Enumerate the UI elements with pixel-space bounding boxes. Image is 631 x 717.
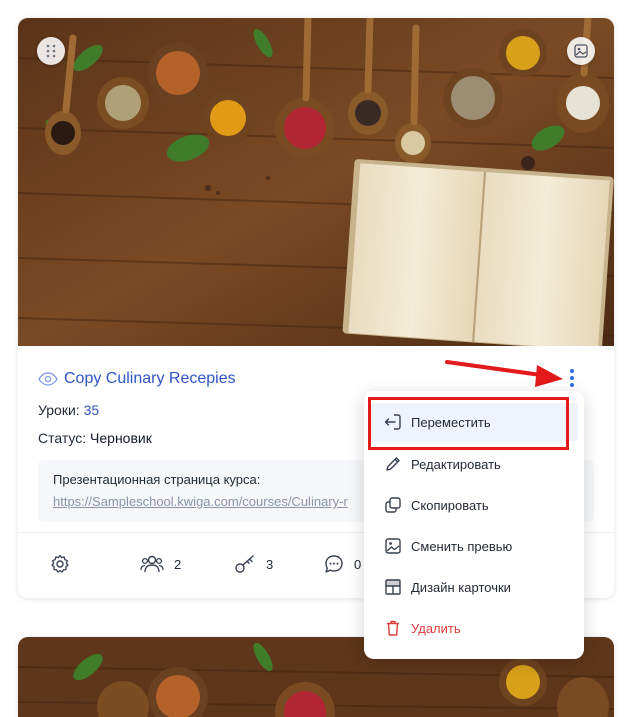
menu-item-label: Дизайн карточки [411,579,511,595]
layout-icon [385,579,401,595]
pencil-icon [386,457,400,471]
keys-count-value: 3 [266,556,274,572]
image-icon [385,538,401,554]
menu-item-delete[interactable]: Удалить [370,609,578,647]
presentation-link[interactable]: https://Sampleschool.kwiga.com/courses/C… [53,494,373,509]
annotation-arrow [445,360,563,387]
course-status: Статус: Черновик [38,430,152,446]
comments-count-value: 0 [354,556,362,572]
presentation-label: Презентационная страница курса: [53,472,261,487]
drag-dots-icon [46,44,56,58]
menu-item-label: Удалить [411,620,461,636]
change-preview-button[interactable] [567,37,595,65]
more-dot-icon [570,383,574,387]
keys-count[interactable]: 3 [234,554,273,574]
settings-button[interactable] [50,554,70,574]
annotation-highlight-box [368,397,569,450]
lessons-label: Уроки: [38,402,80,418]
users-icon [140,555,164,573]
trash-icon [387,620,399,636]
menu-item-label: Скопировать [411,497,489,513]
more-dot-icon [570,376,574,380]
image-icon [574,44,588,58]
key-icon [235,555,254,573]
menu-item-copy[interactable]: Скопировать [370,486,578,524]
menu-item-label: Сменить превью [411,538,513,554]
menu-item-label: Редактировать [411,456,501,472]
course-cover-image [18,18,614,346]
status-value: Черновик [90,430,152,446]
lessons-count: Уроки: 35 [38,402,99,418]
copy-icon [385,497,401,513]
eye-icon [38,372,58,386]
students-count-value: 2 [174,556,182,572]
menu-item-card-design[interactable]: Дизайн карточки [370,568,578,606]
status-label: Статус: [38,430,87,446]
comment-icon [325,555,343,573]
menu-item-change-preview[interactable]: Сменить превью [370,527,578,565]
gear-icon [51,554,69,573]
drag-handle-button[interactable] [37,37,65,65]
lessons-value: 35 [83,402,100,418]
students-count[interactable]: 2 [140,554,181,574]
comments-count[interactable]: 0 [324,554,361,574]
menu-item-edit[interactable]: Редактировать [370,445,578,483]
course-title-row[interactable]: Copy Culinary Recepies [38,370,236,388]
more-options-button[interactable] [566,369,578,389]
more-dot-icon [570,369,574,373]
course-title[interactable]: Copy Culinary Recepies [64,370,236,388]
